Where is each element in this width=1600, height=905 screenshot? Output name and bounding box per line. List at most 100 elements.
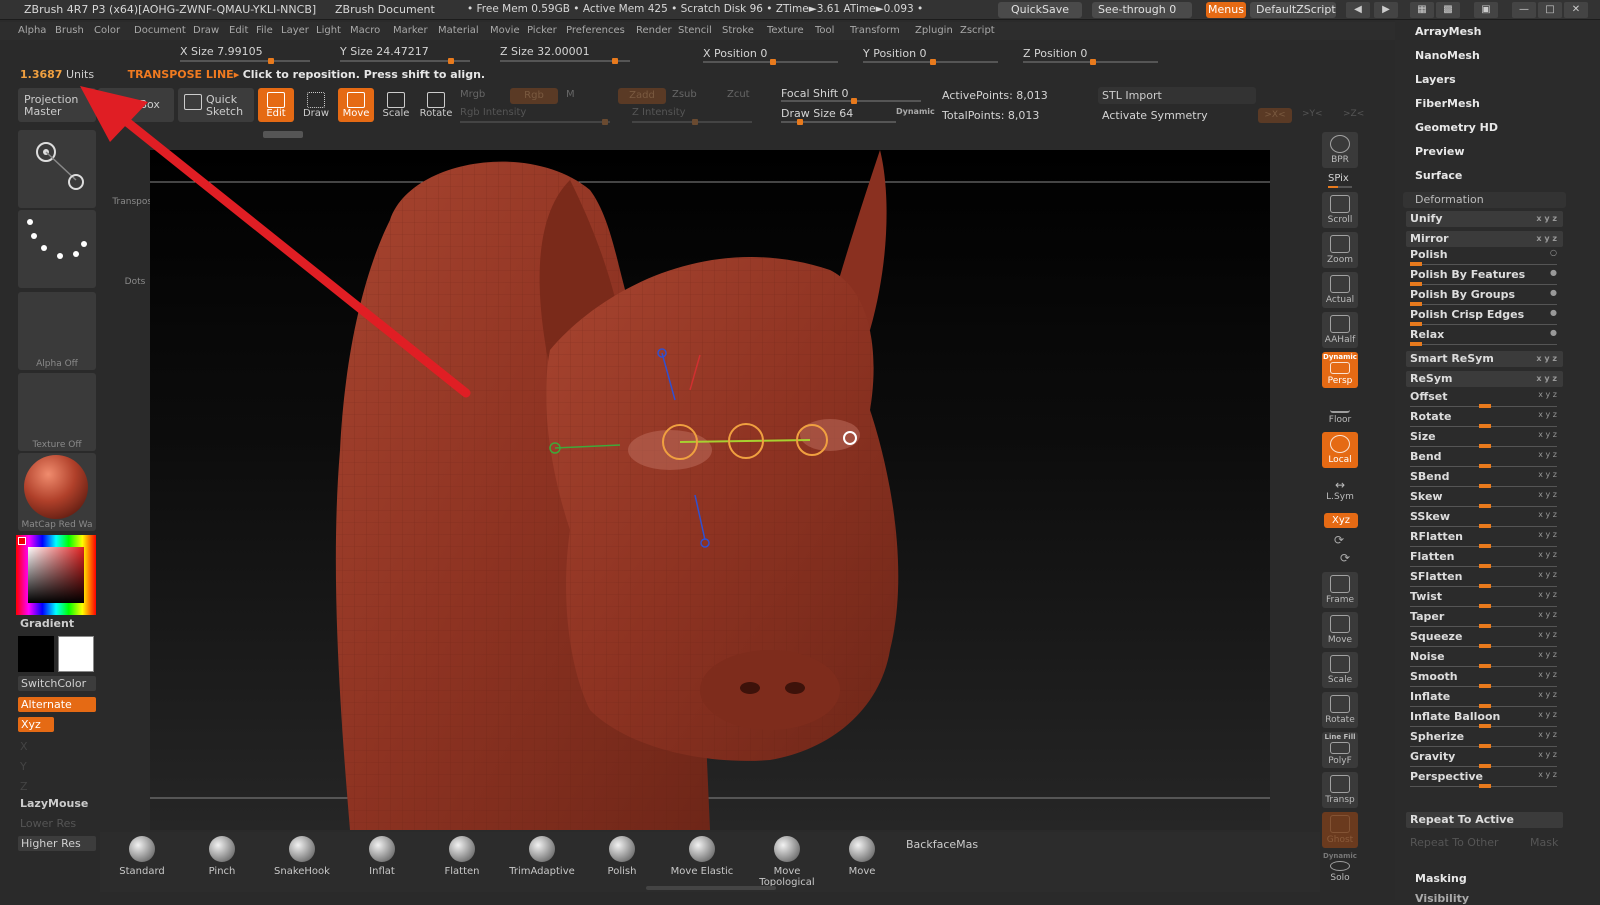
- symmetry-y-button[interactable]: >Y<: [1302, 109, 1323, 119]
- maximize-icon[interactable]: □: [1538, 2, 1562, 18]
- menu-stencil[interactable]: Stencil: [678, 25, 712, 36]
- menu-tool[interactable]: Tool: [815, 25, 834, 36]
- primary-color-swatch[interactable]: [18, 636, 54, 672]
- solo-button[interactable]: Dynamic Solo: [1322, 852, 1358, 888]
- shelf-scroll-handle[interactable]: [646, 886, 776, 890]
- brush-standard[interactable]: Standard: [107, 836, 177, 877]
- stl-import-button[interactable]: STL Import: [1098, 87, 1256, 104]
- zoom-button[interactable]: Zoom: [1322, 232, 1358, 268]
- horizontal-scroll-handle[interactable]: [263, 131, 303, 138]
- fibermesh-section[interactable]: FiberMesh: [1415, 97, 1480, 110]
- brush-move-topological[interactable]: Move Topological: [747, 836, 827, 888]
- transp-button[interactable]: Transp: [1322, 772, 1358, 808]
- flatten-slider[interactable]: Flatten x y z: [1406, 549, 1563, 569]
- rotate-view-button[interactable]: Rotate: [1322, 692, 1358, 728]
- menu-edit[interactable]: Edit: [229, 25, 248, 36]
- brush-snakehook[interactable]: SnakeHook: [267, 836, 337, 877]
- masking-section[interactable]: Masking: [1415, 872, 1467, 885]
- quick-sketch-button[interactable]: Quick Sketch: [178, 88, 254, 122]
- menus-button[interactable]: Menus: [1206, 2, 1246, 18]
- mask-button[interactable]: Mask: [1530, 836, 1558, 849]
- color-picker[interactable]: [16, 535, 96, 615]
- menu-texture[interactable]: Texture: [767, 25, 804, 36]
- menu-zscript[interactable]: Zscript: [960, 25, 995, 36]
- symmetry-z-button[interactable]: >Z<: [1343, 109, 1364, 119]
- edit-button[interactable]: Edit: [258, 88, 294, 122]
- secondary-color-swatch[interactable]: [58, 636, 94, 672]
- scroll-left-icon[interactable]: ◀: [1346, 2, 1370, 18]
- rflatten-slider[interactable]: RFlatten x y z: [1406, 529, 1563, 549]
- resym-button[interactable]: ReSym x y z: [1406, 371, 1563, 387]
- draw-button[interactable]: Draw: [298, 88, 334, 122]
- move-view-button[interactable]: Move: [1322, 612, 1358, 648]
- layout-icon[interactable]: ▦: [1410, 2, 1434, 18]
- transpose-thumbnail[interactable]: Transpose: [18, 130, 158, 208]
- quicksave-button[interactable]: QuickSave: [998, 2, 1082, 18]
- twist-slider[interactable]: Twist x y z: [1406, 589, 1563, 609]
- aahalf-button[interactable]: AAHalf: [1322, 312, 1358, 348]
- y-axis-toggle[interactable]: Y: [20, 760, 27, 773]
- relax-slider[interactable]: Relax ●: [1406, 327, 1563, 347]
- rotate-z-icon[interactable]: ⟳: [1340, 551, 1350, 565]
- brush-polish[interactable]: Polish: [587, 836, 657, 877]
- close-icon[interactable]: ✕: [1564, 2, 1588, 18]
- smart-resym-button[interactable]: Smart ReSym x y z: [1406, 351, 1563, 367]
- menu-file[interactable]: File: [256, 25, 273, 36]
- m-button[interactable]: M: [566, 89, 575, 100]
- menu-marker[interactable]: Marker: [393, 25, 428, 36]
- perspective-slider[interactable]: Perspective x y z: [1406, 769, 1563, 789]
- rgb-button[interactable]: Rgb: [510, 88, 558, 104]
- menu-zplugin[interactable]: Zplugin: [915, 25, 953, 36]
- surface-section[interactable]: Surface: [1415, 169, 1462, 182]
- inflate-slider[interactable]: Inflate x y z: [1406, 689, 1563, 709]
- sskew-slider[interactable]: SSkew x y z: [1406, 509, 1563, 529]
- inflate-balloon-slider[interactable]: Inflate Balloon x y z: [1406, 709, 1563, 729]
- menu-render[interactable]: Render: [636, 25, 672, 36]
- x-position-slider[interactable]: X Position 0: [703, 47, 767, 60]
- menu-macro[interactable]: Macro: [350, 25, 380, 36]
- rotate-button[interactable]: Rotate: [418, 88, 454, 122]
- polish-by-groups-slider[interactable]: Polish By Groups ●: [1406, 287, 1563, 307]
- gravity-slider[interactable]: Gravity x y z: [1406, 749, 1563, 769]
- symmetry-x-button[interactable]: >X<: [1258, 108, 1292, 123]
- texture-thumbnail[interactable]: Texture Off: [18, 373, 96, 451]
- dots-stroke-thumbnail[interactable]: Dots: [18, 210, 145, 288]
- unify-button[interactable]: Unify x y z: [1406, 211, 1563, 227]
- frame-button[interactable]: Frame: [1322, 572, 1358, 608]
- scroll-right-icon[interactable]: ▶: [1374, 2, 1398, 18]
- spherize-slider[interactable]: Spherize x y z: [1406, 729, 1563, 749]
- zcut-button[interactable]: Zcut: [727, 89, 750, 100]
- dynamic-toggle[interactable]: Dynamic: [896, 107, 935, 116]
- matcap-thumbnail[interactable]: MatCap Red Wa: [18, 453, 96, 531]
- floor-button[interactable]: Floor: [1322, 392, 1358, 428]
- y-position-slider[interactable]: Y Position 0: [863, 47, 927, 60]
- move-button[interactable]: Move: [338, 88, 374, 122]
- brush-trimadaptive[interactable]: TrimAdaptive: [507, 836, 577, 877]
- squeeze-slider[interactable]: Squeeze x y z: [1406, 629, 1563, 649]
- xyz-button[interactable]: Xyz: [18, 717, 54, 732]
- lsym-button[interactable]: ↔ L.Sym: [1322, 478, 1358, 506]
- arraymesh-section[interactable]: ArrayMesh: [1415, 25, 1481, 38]
- geometry-hd-section[interactable]: Geometry HD: [1415, 121, 1498, 134]
- menu-transform[interactable]: Transform: [850, 25, 900, 36]
- menu-color[interactable]: Color: [94, 25, 120, 36]
- sbend-slider[interactable]: SBend x y z: [1406, 469, 1563, 489]
- nanomesh-section[interactable]: NanoMesh: [1415, 49, 1480, 62]
- lock-icon[interactable]: ▣: [1474, 2, 1498, 18]
- offset-slider[interactable]: Offset x y z: [1406, 389, 1563, 409]
- switchcolor-button[interactable]: SwitchColor: [18, 676, 96, 691]
- draw-size-slider[interactable]: Draw Size 64: [781, 107, 853, 120]
- lightbox-button[interactable]: LightBox: [98, 88, 174, 122]
- alternate-button[interactable]: Alternate: [18, 697, 96, 712]
- taper-slider[interactable]: Taper x y z: [1406, 609, 1563, 629]
- y-size-slider[interactable]: Y Size 24.47217: [340, 45, 429, 58]
- polish-crisp-edges-slider[interactable]: Polish Crisp Edges ●: [1406, 307, 1563, 327]
- polish-slider[interactable]: Polish ○: [1406, 247, 1563, 267]
- zadd-button[interactable]: Zadd: [618, 88, 666, 104]
- ghost-button[interactable]: Ghost: [1322, 812, 1358, 848]
- mirror-button[interactable]: Mirror x y z: [1406, 231, 1563, 247]
- backface-mask-button[interactable]: BackfaceMas: [906, 838, 978, 851]
- brush-move[interactable]: Move: [827, 836, 897, 877]
- minimize-icon[interactable]: —: [1512, 2, 1536, 18]
- repeat-to-active-button[interactable]: Repeat To Active: [1406, 812, 1563, 828]
